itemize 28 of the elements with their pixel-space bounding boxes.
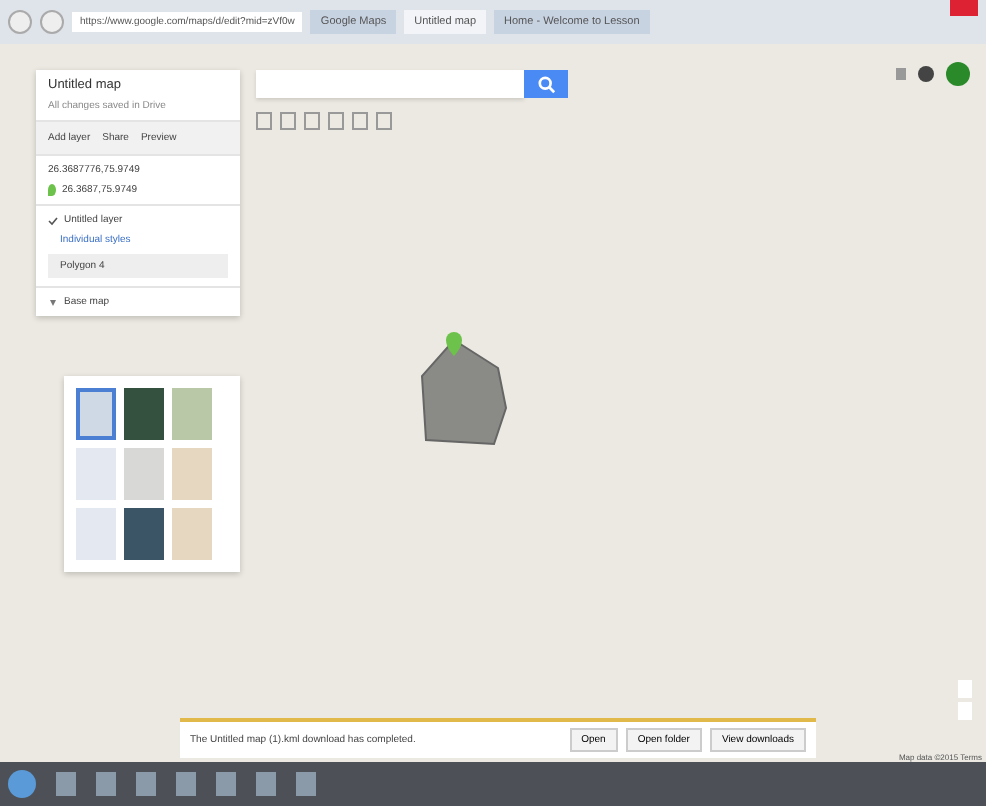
base-map-thumbnail[interactable] [76, 508, 116, 560]
notifications-icon[interactable] [918, 66, 934, 82]
base-map-thumbnail[interactable] [124, 388, 164, 440]
forward-button[interactable] [40, 10, 64, 34]
taskbar-app-icon[interactable] [56, 772, 76, 796]
search-field[interactable] [256, 70, 524, 98]
taskbar-app-icon[interactable] [176, 772, 196, 796]
base-map-thumbnail[interactable] [172, 448, 212, 500]
taskbar-app-icon[interactable] [256, 772, 276, 796]
start-icon[interactable] [8, 770, 36, 798]
layer-checkbox[interactable] [48, 215, 58, 225]
base-map-thumbnail[interactable] [124, 448, 164, 500]
search-icon [537, 75, 555, 93]
avatar[interactable] [946, 62, 970, 86]
taskbar-app-icon[interactable] [296, 772, 316, 796]
back-button[interactable] [8, 10, 32, 34]
pin-icon [48, 184, 56, 196]
taskbar-app-icon[interactable] [136, 772, 156, 796]
base-map-thumbnail[interactable] [124, 508, 164, 560]
taskbar-app-icon[interactable] [216, 772, 236, 796]
base-map-thumbnail[interactable] [172, 388, 212, 440]
close-icon[interactable] [950, 0, 978, 16]
caret-icon[interactable] [48, 297, 58, 307]
taskbar-app-icon[interactable] [96, 772, 116, 796]
base-map-thumbnail[interactable] [76, 448, 116, 500]
search-button[interactable] [524, 70, 568, 98]
base-map-thumbnail[interactable] [172, 508, 212, 560]
base-map-thumbnail[interactable] [76, 388, 116, 440]
